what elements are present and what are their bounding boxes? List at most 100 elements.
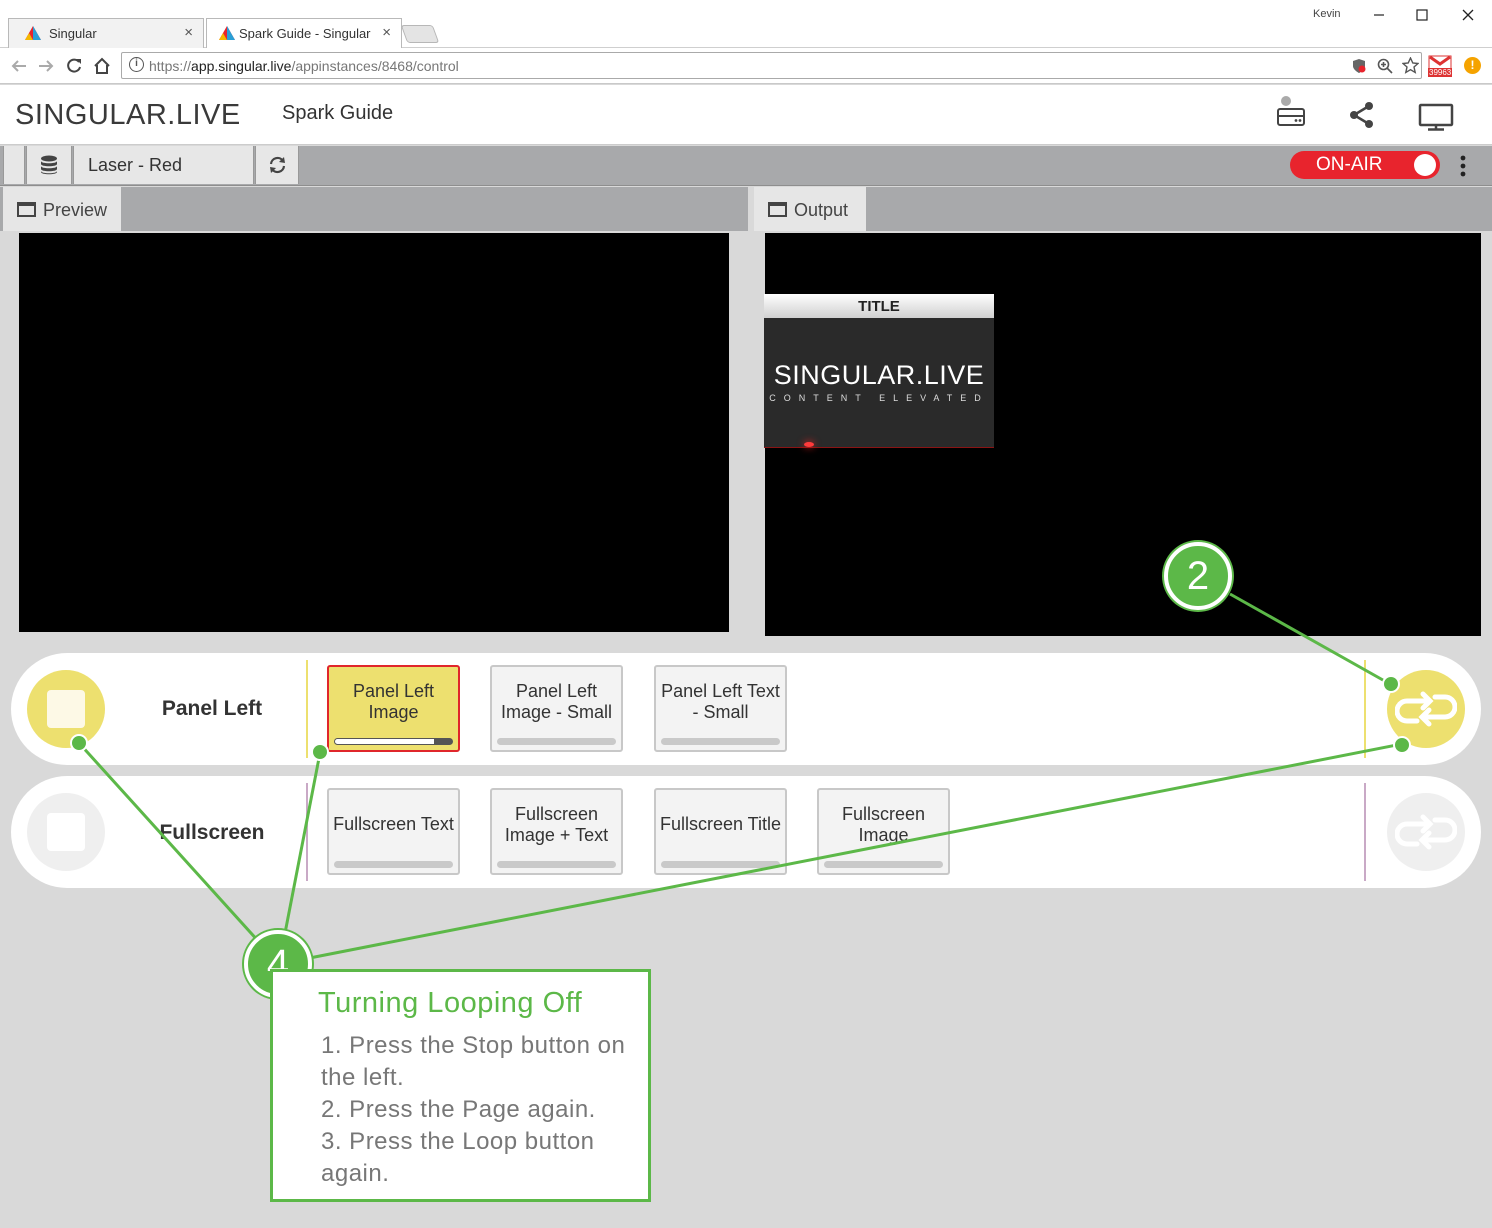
browser-tab-strip: Singular × Spark Guide - Singular × Kevi… bbox=[0, 0, 1492, 48]
browser-tab-singular[interactable]: Singular × bbox=[8, 18, 204, 48]
profile-name[interactable]: Kevin bbox=[1313, 8, 1341, 20]
control-card-panel-left-image[interactable]: Panel Left Image bbox=[327, 665, 460, 752]
server-drive-icon[interactable] bbox=[1276, 95, 1306, 127]
card-label: Panel Left Text - Small bbox=[661, 680, 780, 722]
refresh-icon bbox=[269, 156, 286, 174]
stop-icon bbox=[47, 813, 85, 851]
preview-screen bbox=[19, 233, 729, 632]
preview-panel: Preview bbox=[0, 187, 748, 639]
singular-favicon-icon bbox=[219, 26, 235, 40]
app-header: SINGULAR.LIVE Spark Guide bbox=[0, 85, 1492, 145]
browser-tab-spark-guide[interactable]: Spark Guide - Singular × bbox=[206, 18, 402, 48]
forward-arrow-icon[interactable] bbox=[37, 58, 55, 74]
window-icon bbox=[768, 202, 787, 217]
singular-favicon-icon bbox=[25, 26, 41, 40]
window-icon bbox=[17, 202, 36, 217]
graphic-brand: SINGULAR.LIVE bbox=[773, 360, 985, 390]
output-title-graphic: TITLE SINGULAR.LIVE CONTENT ELEVATED bbox=[764, 294, 994, 448]
card-progress-bar bbox=[334, 738, 453, 745]
card-progress-bar bbox=[497, 861, 616, 868]
row-divider bbox=[1364, 660, 1366, 758]
page-title: Spark Guide bbox=[282, 102, 394, 124]
card-progress-bar bbox=[824, 861, 943, 868]
tab-title: Singular bbox=[49, 26, 97, 41]
browser-address-bar: i https://app.singular.live/appinstances… bbox=[0, 48, 1492, 84]
annotation-callout: Turning Looping Off 1. Press the Stop bu… bbox=[270, 969, 651, 1202]
row-divider bbox=[306, 660, 308, 758]
row-divider bbox=[1364, 783, 1366, 881]
control-card-panel-left-text-small[interactable]: Panel Left Text - Small bbox=[654, 665, 787, 752]
share-icon[interactable] bbox=[1348, 101, 1376, 129]
loop-button-panel-left[interactable] bbox=[1387, 670, 1465, 748]
card-progress-bar bbox=[497, 738, 616, 745]
stop-icon bbox=[47, 690, 85, 728]
graphic-tagline: CONTENT ELEVATED bbox=[769, 393, 989, 403]
control-card-fullscreen-image[interactable]: Fullscreen Image bbox=[817, 788, 950, 875]
reload-icon[interactable] bbox=[65, 57, 83, 75]
card-label: Fullscreen Title bbox=[659, 814, 782, 834]
control-card-fullscreen-text[interactable]: Fullscreen Text bbox=[327, 788, 460, 875]
card-label: Fullscreen Text bbox=[333, 814, 454, 834]
control-row-fullscreen: Fullscreen Fullscreen Text Fullscreen Im… bbox=[11, 776, 1481, 888]
callout-step: 2. Press the Page again. bbox=[321, 1096, 596, 1123]
loop-icon bbox=[1395, 814, 1457, 850]
row-label: Fullscreen bbox=[159, 821, 265, 844]
stop-button-panel-left[interactable] bbox=[27, 670, 105, 748]
laser-glow bbox=[804, 442, 814, 447]
home-icon[interactable] bbox=[93, 57, 111, 75]
stop-button-fullscreen[interactable] bbox=[27, 793, 105, 871]
close-tab-icon[interactable]: × bbox=[382, 24, 391, 41]
warning-icon[interactable]: ! bbox=[1464, 57, 1481, 74]
tab-label: Output bbox=[794, 200, 849, 220]
site-info-icon[interactable]: i bbox=[129, 57, 144, 72]
singular-logo[interactable]: SINGULAR.LIVE bbox=[15, 99, 241, 132]
control-card-fullscreen-image-text[interactable]: Fullscreen Image + Text bbox=[490, 788, 623, 875]
on-air-toggle[interactable]: ON-AIR bbox=[1290, 151, 1440, 179]
card-label: Panel Left Image - Small bbox=[500, 680, 613, 722]
close-window-icon[interactable] bbox=[1461, 8, 1475, 22]
monitor-icon[interactable] bbox=[1418, 103, 1454, 131]
refresh-button[interactable] bbox=[255, 146, 299, 184]
loop-button-fullscreen[interactable] bbox=[1387, 793, 1465, 871]
tab-title: Spark Guide - Singular bbox=[239, 26, 371, 41]
control-card-fullscreen-title[interactable]: Fullscreen Title bbox=[654, 788, 787, 875]
callout-step: 3. Press the Loop button again. bbox=[321, 1128, 595, 1187]
tab-preview[interactable]: Preview bbox=[3, 187, 121, 231]
tab-label: Preview bbox=[43, 200, 108, 220]
composition-toolbar: Laser - Red ON-AIR bbox=[0, 146, 1492, 186]
zoom-icon[interactable] bbox=[1377, 58, 1393, 74]
row-label: Panel Left bbox=[161, 697, 263, 720]
callout-steps: 1. Press the Stop button on the left. 2.… bbox=[321, 1030, 641, 1190]
card-label: Fullscreen Image + Text bbox=[504, 803, 609, 845]
shield-blocked-icon[interactable] bbox=[1352, 58, 1366, 74]
maximize-icon[interactable] bbox=[1415, 8, 1429, 22]
annotation-badge-2: 2 bbox=[1164, 542, 1232, 610]
composition-list-button[interactable] bbox=[26, 146, 72, 184]
row-divider bbox=[306, 783, 308, 881]
gmail-unread-count: 39963 bbox=[1428, 68, 1453, 77]
database-icon bbox=[41, 155, 57, 175]
card-progress-bar bbox=[661, 738, 780, 745]
more-menu-icon[interactable] bbox=[1459, 155, 1467, 177]
control-card-panel-left-image-small[interactable]: Panel Left Image - Small bbox=[490, 665, 623, 752]
card-progress-bar bbox=[661, 861, 780, 868]
bookmark-star-icon[interactable] bbox=[1402, 57, 1419, 74]
url-text: https://app.singular.live/appinstances/8… bbox=[149, 58, 459, 74]
graphic-title-bar: TITLE bbox=[764, 294, 994, 318]
loop-icon bbox=[1395, 691, 1457, 727]
card-label: Fullscreen Image bbox=[841, 803, 926, 845]
card-label: Panel Left Image bbox=[352, 680, 435, 722]
close-tab-icon[interactable]: × bbox=[184, 24, 193, 41]
callout-title: Turning Looping Off bbox=[318, 987, 583, 1019]
sidebar-toggle[interactable] bbox=[3, 146, 25, 184]
back-arrow-icon[interactable] bbox=[10, 58, 28, 74]
progress-fill bbox=[434, 739, 452, 744]
gmail-extension-icon[interactable]: 39963 bbox=[1428, 55, 1454, 79]
composition-name[interactable]: Laser - Red bbox=[73, 146, 254, 184]
new-tab-button[interactable] bbox=[400, 25, 440, 43]
minimize-icon[interactable] bbox=[1372, 8, 1386, 22]
tab-output[interactable]: Output bbox=[754, 187, 866, 231]
card-progress-bar bbox=[334, 861, 453, 868]
url-input[interactable]: i https://app.singular.live/appinstances… bbox=[121, 52, 1422, 79]
on-air-label: ON-AIR bbox=[1316, 154, 1383, 175]
